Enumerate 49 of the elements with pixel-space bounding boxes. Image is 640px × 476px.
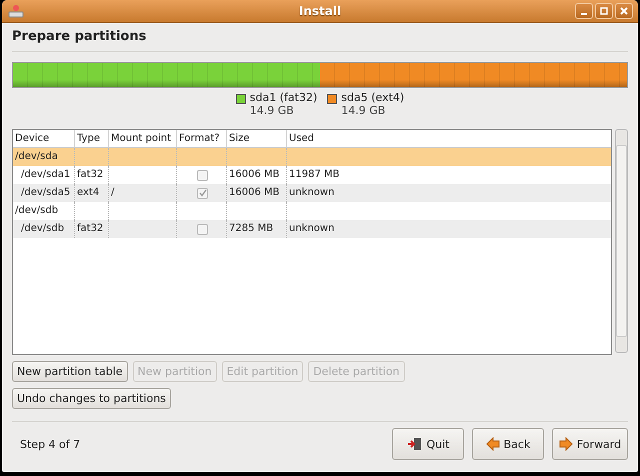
table-cell-text: fat32: [77, 222, 104, 236]
page-heading: Prepare partitions: [12, 28, 148, 46]
column-header[interactable]: Mount point: [109, 130, 177, 147]
legend-size: 14.9 GB: [250, 104, 295, 117]
table-cell-text: 11987 MB: [289, 168, 340, 182]
undo-button[interactable]: Undo changes to partitions: [12, 388, 171, 409]
forward-button[interactable]: Forward: [552, 428, 628, 460]
window-title: Install: [298, 4, 342, 18]
table-cell-text: unknown: [289, 222, 334, 236]
column-header[interactable]: Device: [13, 130, 75, 147]
partition-button[interactable]: New partition table: [12, 361, 128, 382]
table-cell-text: 16006 MB: [229, 186, 280, 200]
close-icon: [620, 7, 628, 15]
step-indicator: Step 4 of 7: [20, 438, 80, 450]
table-cell-text: /: [111, 186, 114, 200]
scrollbar[interactable]: [615, 129, 628, 353]
legend-size: 14.9 GB: [341, 104, 386, 117]
quit-button[interactable]: Quit: [392, 428, 464, 460]
legend-label: sda5 (ext4): [341, 91, 404, 104]
left-arrow-icon: [486, 437, 500, 451]
table-cell-text: /dev/sda5: [20, 186, 70, 200]
table-cell-text: 16006 MB: [229, 168, 280, 182]
table-cell-text: /dev/sda1: [20, 168, 70, 182]
legend-label: sda1 (fat32): [250, 91, 318, 104]
column-header[interactable]: Type: [75, 130, 109, 147]
format-checkbox[interactable]: [197, 188, 208, 198]
table-row[interactable]: /dev/sda5 ext4 / 16006 MB unknown: [13, 184, 611, 202]
table-cell-text: /dev/sdb: [20, 222, 64, 236]
table-cell-text: unknown: [289, 186, 334, 200]
table-cell-text: /dev/sdb: [15, 204, 58, 218]
exit-door-icon: [406, 437, 422, 451]
back-button[interactable]: Back: [472, 428, 544, 460]
close-button[interactable]: [615, 3, 633, 19]
maximize-button[interactable]: [595, 3, 613, 19]
format-checkbox[interactable]: [197, 170, 208, 180]
format-checkbox[interactable]: [197, 224, 208, 234]
minimize-button[interactable]: [575, 3, 593, 19]
table-row[interactable]: /dev/sdb fat32 7285 MB unknown: [13, 220, 611, 238]
right-arrow-icon: [558, 437, 573, 451]
maximize-icon: [600, 7, 608, 15]
table-cell-text: ext4: [77, 186, 100, 200]
column-header[interactable]: Format?: [177, 130, 227, 147]
table-cell-text: /dev/sda: [15, 150, 58, 164]
table-cell-text: fat32: [77, 168, 104, 182]
column-header[interactable]: Size: [227, 130, 287, 147]
installer-icon: [8, 4, 24, 18]
column-header[interactable]: Used: [287, 130, 611, 147]
table-cell-text: 7285 MB: [229, 222, 274, 236]
table-row[interactable]: /dev/sda: [13, 148, 611, 166]
